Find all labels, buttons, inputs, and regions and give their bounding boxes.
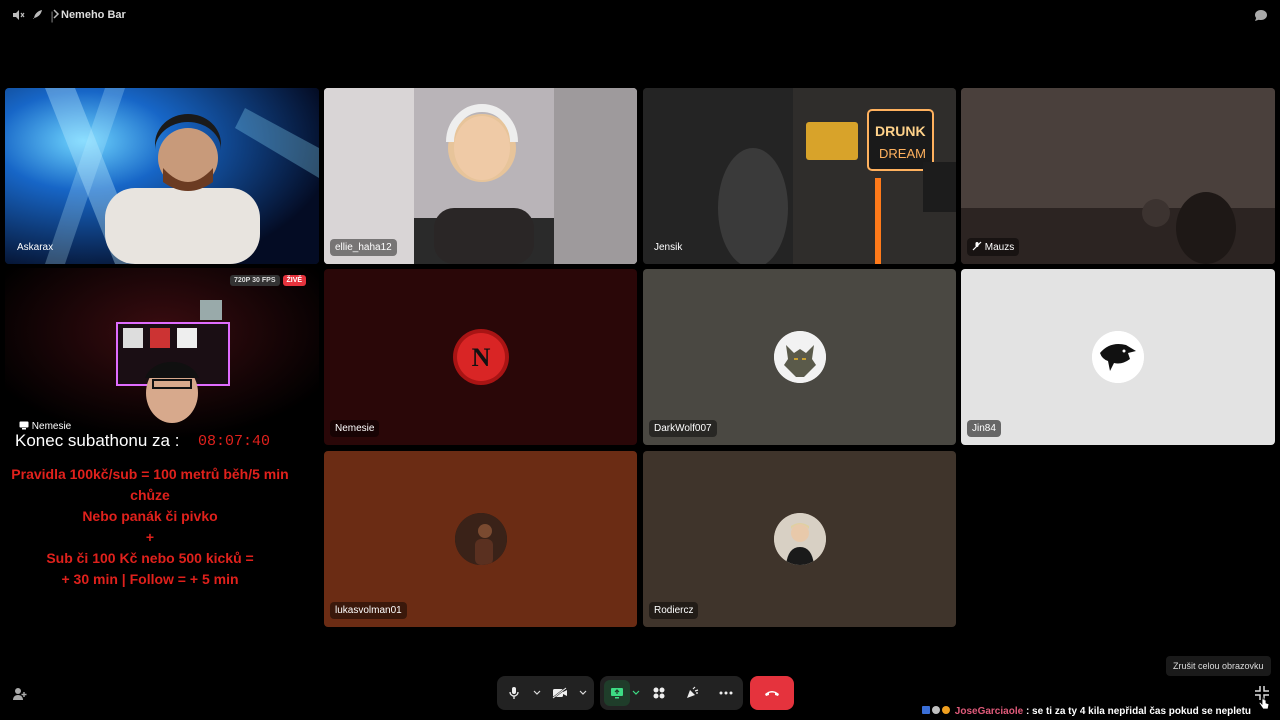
rule-line: + bbox=[145, 529, 155, 545]
video-feed bbox=[324, 88, 637, 264]
speaker-icon[interactable] bbox=[10, 8, 26, 24]
rule-line: Pravidla 100kč/sub = 100 metrů běh/5 min… bbox=[11, 466, 289, 503]
video-feed: DRUNK DREAM bbox=[643, 88, 956, 264]
muted-mic-icon bbox=[972, 241, 985, 253]
participant-name: Nemesie bbox=[330, 420, 380, 437]
activities-button[interactable] bbox=[647, 681, 671, 705]
participant-name-badge: Mauzs bbox=[967, 238, 1020, 256]
rule-line: Nebo panák či pivko bbox=[82, 508, 218, 524]
subathon-timer: 08:07:40 bbox=[190, 433, 278, 451]
end-call-button[interactable] bbox=[750, 676, 794, 710]
svg-text:DRUNK: DRUNK bbox=[875, 123, 926, 139]
participant-name: Mauzs bbox=[984, 242, 1015, 253]
chevron-down-icon[interactable] bbox=[630, 681, 642, 705]
stream-tile-nemesie[interactable]: 720P 30 FPS ŽIVĚ Nemesie bbox=[5, 268, 319, 448]
avatar-tile-rodiercz[interactable]: Rodiercz bbox=[643, 451, 956, 627]
avatar bbox=[773, 513, 826, 565]
avatar bbox=[454, 513, 507, 565]
svg-text:N: N bbox=[471, 343, 490, 372]
top-bar: | Nemeho Bar bbox=[0, 0, 1280, 32]
channel-title: Nemeho Bar bbox=[61, 9, 126, 21]
participant-name: Jensik bbox=[654, 242, 683, 253]
chat-username: JoseGarciaole bbox=[954, 706, 1024, 717]
quality-badge: 720P 30 FPS bbox=[230, 275, 280, 286]
stream-badges: 720P 30 FPS ŽIVĚ bbox=[230, 275, 307, 286]
participant-name: Askarax bbox=[17, 242, 54, 253]
svg-text:DREAM: DREAM bbox=[879, 146, 926, 161]
chat-icon[interactable] bbox=[1253, 8, 1269, 24]
subathon-label: Konec subathonu za : bbox=[15, 431, 180, 450]
badge-icons bbox=[922, 706, 955, 717]
participant-name: lukasvolman01 bbox=[330, 602, 407, 619]
screen-share-button[interactable] bbox=[604, 680, 630, 706]
chat-text: : se ti za ty 4 kila nepřidal čas pokud … bbox=[1025, 706, 1252, 717]
chat-message: JoseGarciaole : se ti za ty 4 kila nepři… bbox=[922, 705, 1251, 717]
soundboard-button[interactable] bbox=[680, 681, 704, 705]
rule-line: + 30 min | Follow = + 5 min bbox=[61, 571, 239, 587]
live-badge: ŽIVĚ bbox=[282, 275, 307, 286]
participant-name: ellie_haha12 bbox=[330, 239, 397, 256]
avatar bbox=[1092, 331, 1144, 383]
fullscreen-tooltip: Zrušit celou obrazovku bbox=[1166, 656, 1271, 676]
camera-off-button[interactable] bbox=[548, 681, 572, 705]
participant-name: Rodiercz bbox=[649, 602, 699, 619]
video-tile-askarax[interactable]: Askarax bbox=[5, 88, 319, 264]
video-tile-ellie[interactable]: ellie_haha12 bbox=[324, 88, 637, 264]
subathon-rules: Pravidla 100kč/sub = 100 metrů běh/5 min… bbox=[0, 464, 300, 590]
avatar-tile-jin84[interactable]: Jin84 bbox=[961, 269, 1275, 445]
more-options-button[interactable] bbox=[714, 681, 738, 705]
add-people-icon[interactable] bbox=[12, 686, 28, 707]
rule-line: Sub či 100 Kč nebo 500 kicků = bbox=[46, 550, 254, 566]
avatar-tile-lukasvolman[interactable]: lukasvolman01 bbox=[324, 451, 637, 627]
chevron-down-icon[interactable] bbox=[577, 681, 589, 705]
avatar: N bbox=[456, 333, 505, 381]
microphone-button[interactable] bbox=[502, 681, 526, 705]
hang-up-icon bbox=[764, 684, 780, 702]
participant-name: DarkWolf007 bbox=[649, 420, 717, 437]
participant-name: Jin84 bbox=[967, 420, 1001, 437]
mic-camera-group bbox=[497, 676, 594, 710]
cursor-hand-icon bbox=[1258, 696, 1270, 715]
avatar bbox=[773, 331, 826, 383]
video-feed bbox=[5, 88, 319, 264]
share-activity-group bbox=[600, 676, 743, 710]
chevron-down-icon[interactable] bbox=[531, 681, 543, 705]
avatar-tile-nemesie[interactable]: N Nemesie bbox=[324, 269, 637, 445]
video-tile-mauzs[interactable]: Mauzs bbox=[961, 88, 1275, 264]
avatar-tile-darkwolf[interactable]: DarkWolf007 bbox=[643, 269, 956, 445]
video-tile-jensik[interactable]: DRUNK DREAM Jensik bbox=[643, 88, 956, 264]
